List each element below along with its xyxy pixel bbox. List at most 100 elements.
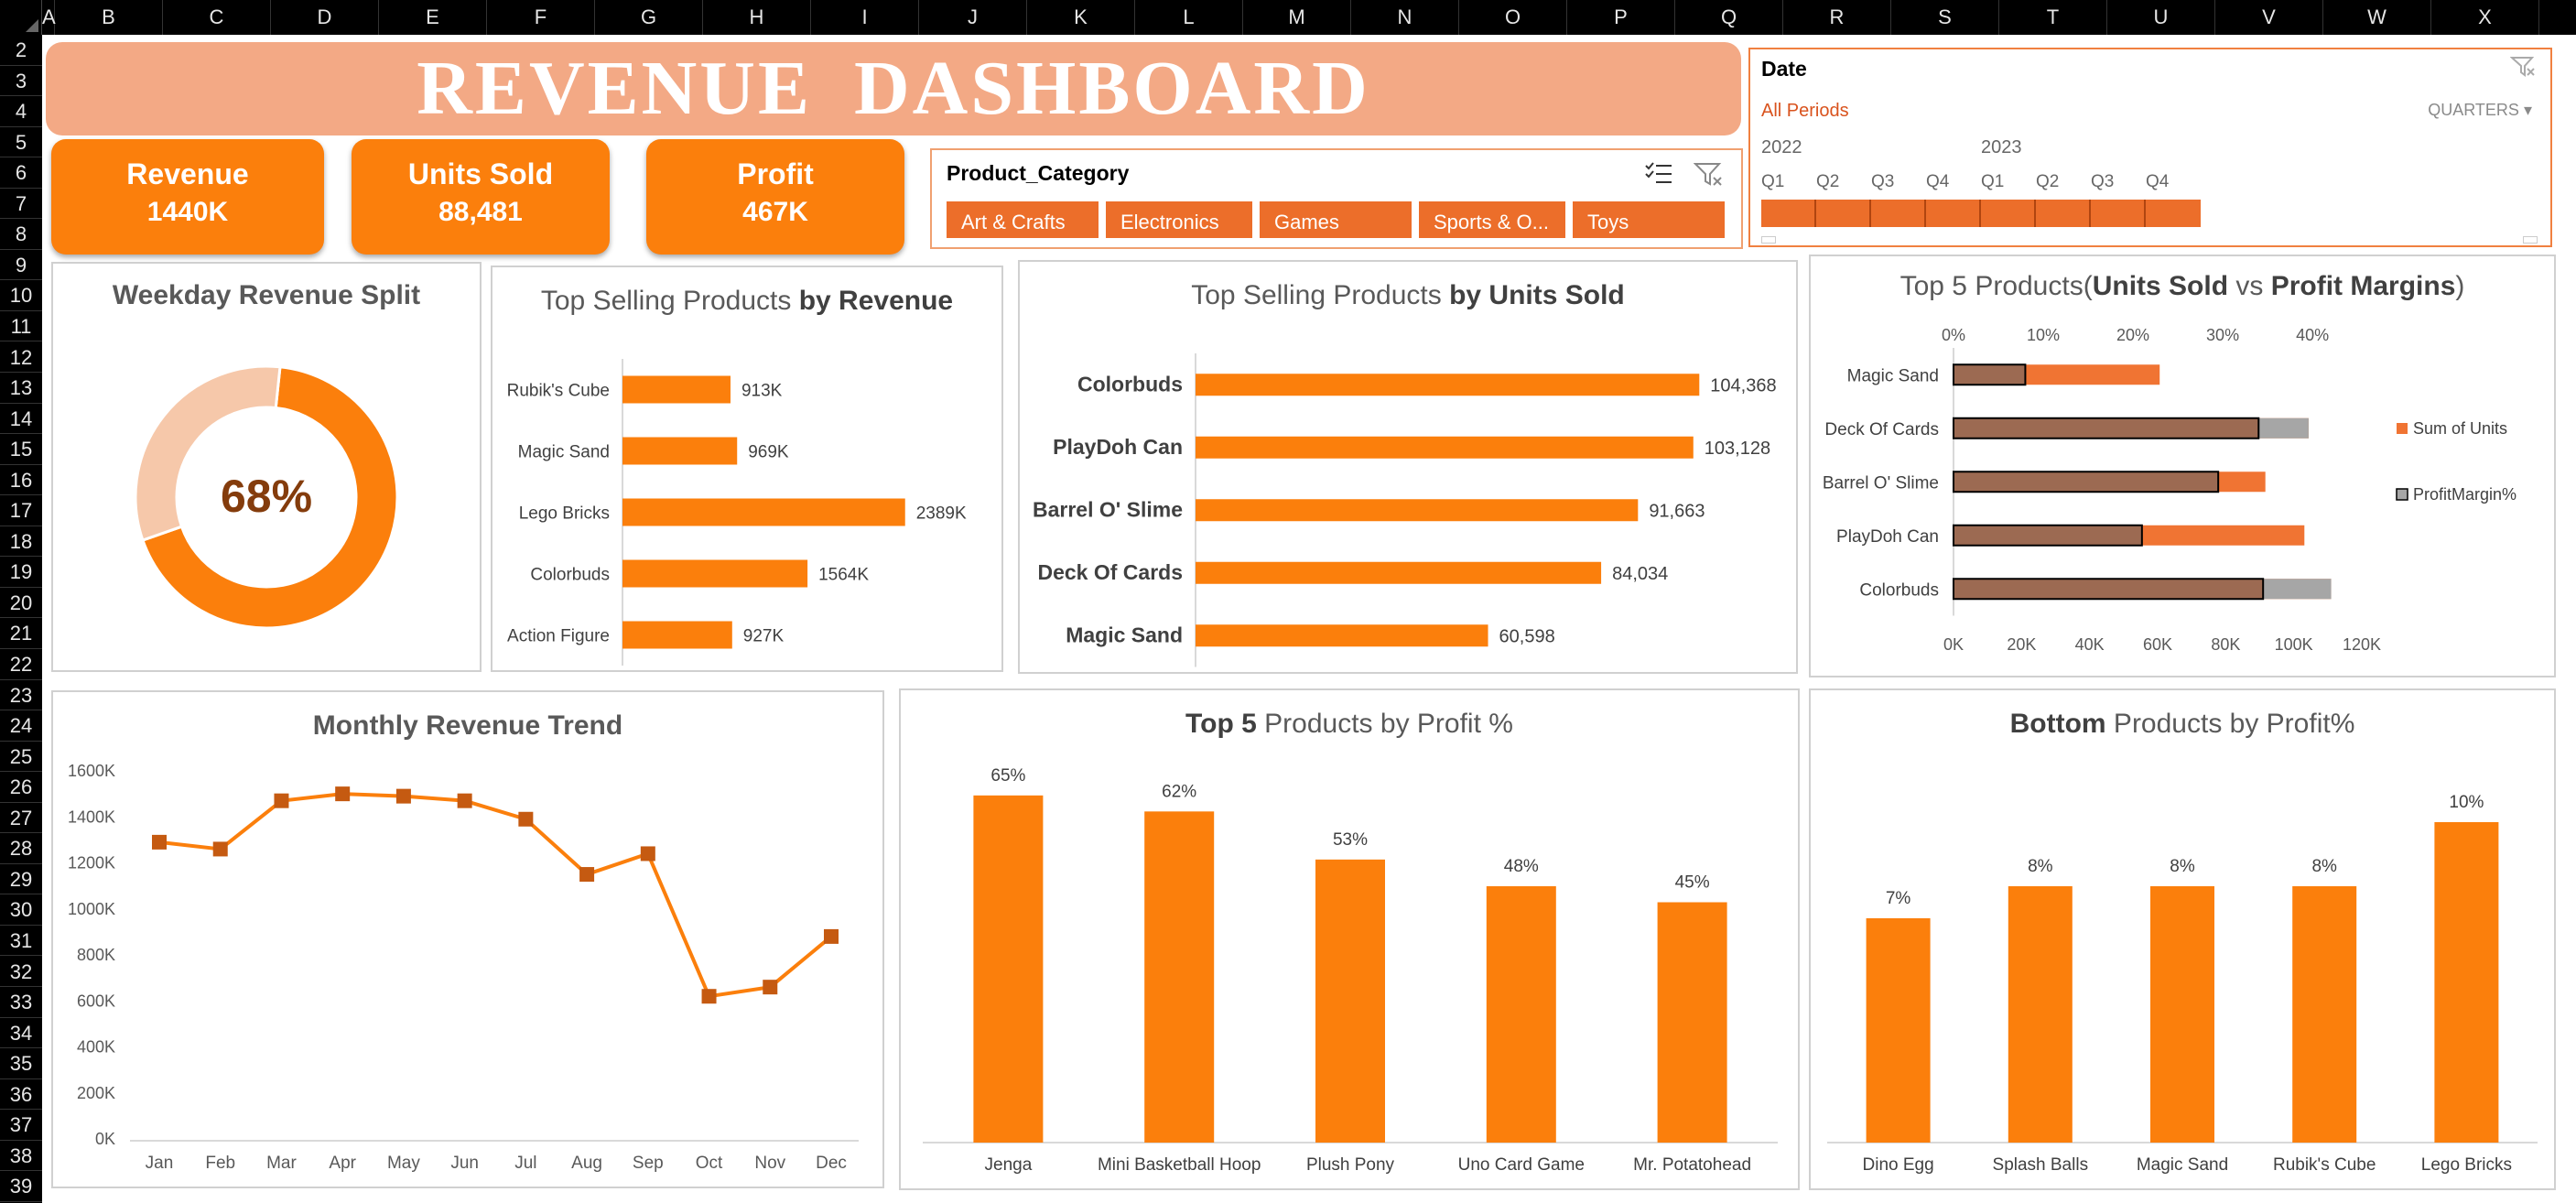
x2-tick-label: 0% [1942, 326, 1965, 344]
column-header[interactable]: X [2431, 0, 2539, 35]
column-header[interactable]: T [1999, 0, 2107, 35]
row-header[interactable]: 19 [0, 557, 42, 588]
row-header[interactable]: 15 [0, 434, 42, 465]
row-header[interactable]: 21 [0, 618, 42, 649]
column-header[interactable]: G [595, 0, 703, 35]
column-header[interactable]: B [55, 0, 163, 35]
column [1486, 886, 1556, 1143]
row-header[interactable]: 6 [0, 157, 42, 189]
multi-select-icon[interactable] [1644, 161, 1673, 187]
row-header[interactable]: 13 [0, 373, 42, 404]
x-tick-label: Plush Pony [1306, 1155, 1395, 1175]
scroll-left-arrow[interactable] [1761, 236, 1776, 244]
column-header[interactable]: I [811, 0, 919, 35]
slicer-item-toys[interactable]: Toys [1573, 201, 1725, 238]
row-header[interactable]: 8 [0, 219, 42, 250]
clear-filter-icon[interactable] [2509, 55, 2538, 83]
column-header[interactable]: O [1459, 0, 1567, 35]
column-header[interactable]: C [163, 0, 271, 35]
slicer-item-sports[interactable]: Sports & O... [1419, 201, 1565, 238]
select-all-corner[interactable] [0, 0, 42, 35]
column-header[interactable]: L [1135, 0, 1243, 35]
category-label: PlayDoh Can [1053, 435, 1183, 459]
column-header[interactable]: D [271, 0, 379, 35]
column-header[interactable]: A [42, 0, 56, 35]
row-header[interactable]: 30 [0, 894, 42, 926]
kpi-units-card[interactable]: Units Sold 88,481 [352, 139, 610, 255]
data-label: 48% [1504, 857, 1539, 876]
slicer-item-art-crafts[interactable]: Art & Crafts [947, 201, 1099, 238]
row-header[interactable]: 5 [0, 127, 42, 158]
data-label: 8% [2028, 857, 2053, 876]
category-label: Lego Bricks [519, 504, 610, 524]
column-header[interactable]: N [1351, 0, 1459, 35]
top-units-panel: Top Selling Products by Units Sold Color… [1018, 260, 1798, 674]
row-header[interactable]: 7 [0, 189, 42, 220]
row-header[interactable]: 2 [0, 35, 42, 66]
row-header[interactable]: 36 [0, 1079, 42, 1111]
row-header[interactable]: 16 [0, 465, 42, 496]
data-marker [518, 811, 534, 827]
timeline-selection-bar[interactable] [1761, 200, 2201, 227]
data-label: 84,034 [1612, 564, 1668, 584]
date-timeline[interactable]: Date All Periods QUARTERS ▾ 2022 2023 Q1… [1748, 48, 2552, 247]
row-header[interactable]: 18 [0, 526, 42, 558]
column-header[interactable]: E [379, 0, 487, 35]
row-header[interactable]: 28 [0, 833, 42, 864]
column [1657, 902, 1727, 1143]
row-header[interactable]: 24 [0, 710, 42, 742]
row-header[interactable]: 11 [0, 311, 42, 342]
column-header[interactable]: V [2215, 0, 2323, 35]
x-tick-label: Aug [571, 1154, 602, 1173]
row-header[interactable]: 10 [0, 280, 42, 311]
column-header[interactable]: R [1783, 0, 1891, 35]
title-part-bold: Profit Margins [2270, 271, 2456, 301]
row-header[interactable]: 17 [0, 495, 42, 526]
row-header[interactable]: 9 [0, 250, 42, 281]
column-header[interactable]: W [2323, 0, 2431, 35]
row-header[interactable]: 29 [0, 864, 42, 895]
row-header[interactable]: 14 [0, 404, 42, 435]
x-tick-label: Jun [450, 1154, 479, 1173]
x-tick-label: 120K [2343, 635, 2381, 654]
data-marker [395, 788, 411, 804]
row-header[interactable]: 3 [0, 66, 42, 97]
kpi-revenue-card[interactable]: Revenue 1440K [51, 139, 324, 255]
row-header[interactable]: 31 [0, 926, 42, 957]
row-header[interactable]: 38 [0, 1141, 42, 1172]
x-tick-label: Mr. Potatohead [1633, 1155, 1751, 1175]
row-header[interactable]: 34 [0, 1018, 42, 1049]
row-header[interactable]: 33 [0, 987, 42, 1018]
row-header[interactable]: 12 [0, 342, 42, 374]
row-header[interactable]: 22 [0, 649, 42, 680]
column-header[interactable]: J [919, 0, 1027, 35]
row-header[interactable]: 23 [0, 680, 42, 711]
column-header[interactable]: P [1567, 0, 1675, 35]
row-header[interactable]: 32 [0, 957, 42, 988]
scroll-right-arrow[interactable] [2523, 236, 2538, 244]
row-header[interactable]: 39 [0, 1171, 42, 1202]
row-header[interactable]: 37 [0, 1110, 42, 1141]
kpi-profit-card[interactable]: Profit 467K [646, 139, 904, 255]
slicer-item-electronics[interactable]: Electronics [1106, 201, 1252, 238]
column-header[interactable]: K [1027, 0, 1135, 35]
row-header[interactable]: 26 [0, 772, 42, 803]
column-header[interactable]: F [487, 0, 595, 35]
row-header[interactable]: 4 [0, 96, 42, 127]
row-header[interactable]: 27 [0, 803, 42, 834]
column-header[interactable]: H [703, 0, 811, 35]
clear-filter-icon[interactable] [1693, 161, 1723, 187]
excel-window: ABCDEFGHIJKLMNOPQRSTUVWX 2 3 4 5 6 7 8 9 10 11 12 1… [0, 0, 2576, 1203]
row-header[interactable]: 25 [0, 742, 42, 773]
column-header[interactable]: U [2107, 0, 2215, 35]
column-header[interactable]: M [1243, 0, 1351, 35]
column-header[interactable]: Q [1675, 0, 1783, 35]
row-header[interactable]: 20 [0, 588, 42, 619]
y-tick-label: 1600K [68, 762, 115, 780]
timeline-level-dropdown[interactable]: QUARTERS ▾ [2428, 101, 2532, 120]
slicer-item-games[interactable]: Games [1260, 201, 1412, 238]
top-revenue-panel: Top Selling Products by Revenue Rubik's … [491, 266, 1003, 672]
column-header[interactable]: S [1891, 0, 1999, 35]
row-header[interactable]: 35 [0, 1048, 42, 1079]
product-category-slicer[interactable]: Product_Category Art & Crafts Electronic… [930, 148, 1743, 249]
